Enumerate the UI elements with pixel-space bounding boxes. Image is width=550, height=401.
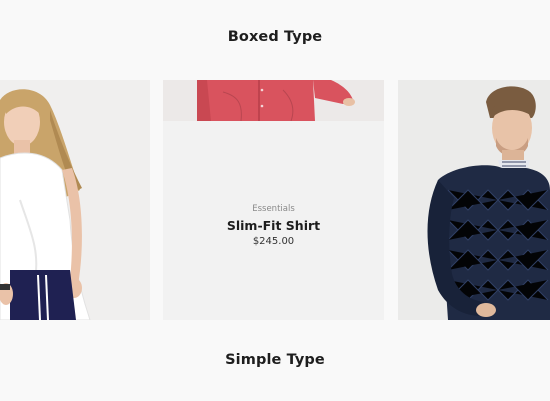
product-image-shirt[interactable]: [163, 80, 384, 121]
product-card-right[interactable]: [398, 80, 550, 320]
product-card-left[interactable]: [0, 80, 150, 320]
product-image-woman[interactable]: [0, 80, 150, 320]
product-card-featured[interactable]: Essentials Slim-Fit Shirt $245.00: [163, 80, 384, 320]
section-title-boxed: Boxed Type: [227, 29, 323, 45]
product-category: Essentials: [252, 204, 295, 214]
section-title-simple: Simple Type: [225, 352, 325, 368]
product-name[interactable]: Slim-Fit Shirt: [163, 218, 384, 233]
product-price: $245.00: [252, 236, 295, 247]
product-image-man[interactable]: [398, 80, 550, 320]
